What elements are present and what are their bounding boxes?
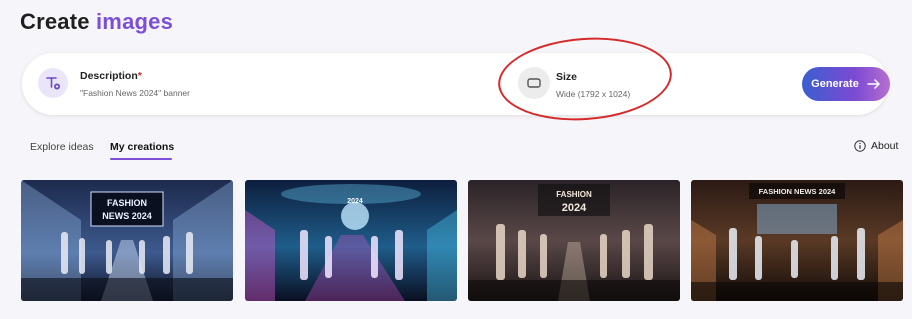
- prompt-bar: Description* "Fashion News 2024" banner …: [22, 53, 890, 115]
- svg-text:2024: 2024: [347, 198, 363, 205]
- svg-text:FASHION NEWS 2024: FASHION NEWS 2024: [759, 187, 837, 196]
- svg-text:FASHION: FASHION: [107, 198, 147, 208]
- info-icon: [854, 140, 866, 152]
- text-prompt-icon[interactable]: [38, 68, 68, 98]
- svg-text:NEWS 2024: NEWS 2024: [102, 211, 152, 221]
- svg-text:2024: 2024: [562, 202, 587, 214]
- generate-label: Generate: [811, 78, 859, 90]
- arrow-right-icon: [867, 79, 880, 89]
- about-label: About: [871, 140, 899, 152]
- generate-button[interactable]: Generate: [802, 67, 890, 101]
- generated-image-3[interactable]: FASHION 2024: [468, 180, 680, 301]
- generated-image-1[interactable]: FASHION NEWS 2024: [21, 180, 233, 301]
- tab-explore-ideas[interactable]: Explore ideas: [30, 141, 94, 153]
- page-title-accent: images: [96, 9, 174, 34]
- svg-text:FASHION: FASHION: [556, 190, 592, 199]
- generated-image-2[interactable]: 2024: [245, 180, 457, 301]
- description-label: Description*: [80, 70, 142, 82]
- generated-image-4[interactable]: FASHION NEWS 2024: [691, 180, 903, 301]
- page-title-prefix: Create: [20, 9, 90, 34]
- active-tab-indicator: [110, 158, 172, 160]
- about-link[interactable]: About: [854, 140, 898, 152]
- tab-my-creations[interactable]: My creations: [110, 141, 174, 153]
- page-title: Create images: [20, 9, 173, 35]
- description-input[interactable]: "Fashion News 2024" banner: [80, 88, 190, 98]
